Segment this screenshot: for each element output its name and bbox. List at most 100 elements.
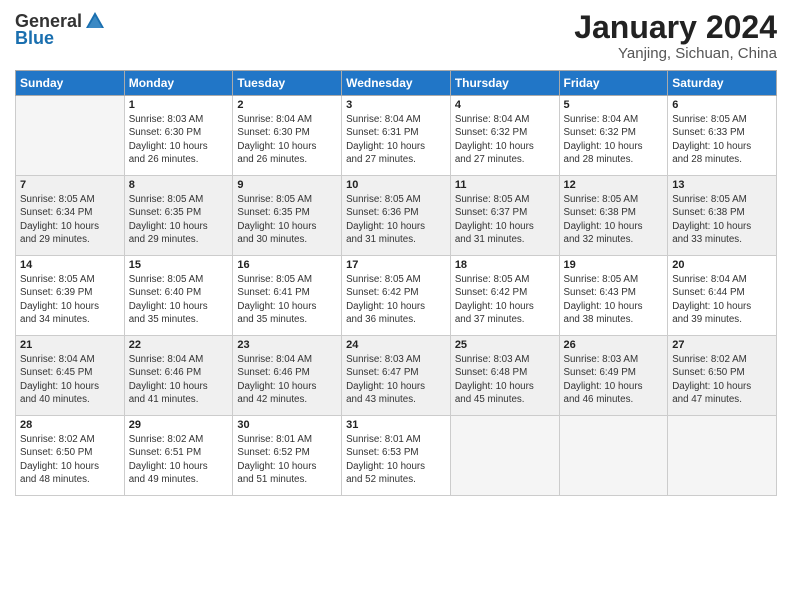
day-info: Sunrise: 8:04 AM Sunset: 6:32 PM Dayligh…: [455, 113, 555, 166]
day-info: Sunrise: 8:05 AM Sunset: 6:38 PM Dayligh…: [672, 193, 772, 246]
day-number: 14: [20, 259, 120, 271]
day-info: Sunrise: 8:05 AM Sunset: 6:38 PM Dayligh…: [564, 193, 664, 246]
day-info: Sunrise: 8:04 AM Sunset: 6:46 PM Dayligh…: [237, 353, 337, 406]
table-row: 1 Sunrise: 8:03 AM Sunset: 6:30 PM Daylig…: [124, 96, 233, 176]
day-number: 3: [346, 99, 446, 111]
day-number: 13: [672, 179, 772, 191]
page: General Blue January 2024 Yanjing, Sichu…: [0, 0, 792, 612]
logo-blue-text: Blue: [15, 28, 54, 49]
day-number: 23: [237, 339, 337, 351]
table-row: 16 Sunrise: 8:05 AM Sunset: 6:41 PM Dayli…: [233, 256, 342, 336]
location: Yanjing, Sichuan, China: [574, 45, 777, 62]
day-number: 30: [237, 419, 337, 431]
table-row: [450, 416, 559, 496]
table-row: 31Sunrise: 8:01 AM Sunset: 6:53 PM Dayli…: [342, 416, 451, 496]
day-info: Sunrise: 8:05 AM Sunset: 6:39 PM Dayligh…: [20, 273, 120, 326]
calendar-week-row: 21 Sunrise: 8:04 AM Sunset: 6:45 PM Dayli…: [16, 336, 777, 416]
day-info: Sunrise: 8:04 AM Sunset: 6:45 PM Dayligh…: [20, 353, 120, 406]
day-number: 16: [237, 259, 337, 271]
col-friday: Friday: [559, 71, 668, 96]
day-number: 10: [346, 179, 446, 191]
day-number: 11: [455, 179, 555, 191]
day-info: Sunrise: 8:03 AM Sunset: 6:30 PM Dayligh…: [129, 113, 229, 166]
calendar-header-row: Sunday Monday Tuesday Wednesday Thursday…: [16, 71, 777, 96]
day-info: Sunrise: 8:05 AM Sunset: 6:33 PM Dayligh…: [672, 113, 772, 166]
day-number: 1: [129, 99, 229, 111]
table-row: 6 Sunrise: 8:05 AM Sunset: 6:33 PM Daylig…: [668, 96, 777, 176]
day-info: Sunrise: 8:05 AM Sunset: 6:40 PM Dayligh…: [129, 273, 229, 326]
table-row: 2 Sunrise: 8:04 AM Sunset: 6:30 PM Daylig…: [233, 96, 342, 176]
day-number: 6: [672, 99, 772, 111]
table-row: 23 Sunrise: 8:04 AM Sunset: 6:46 PM Dayli…: [233, 336, 342, 416]
day-info: Sunrise: 8:03 AM Sunset: 6:48 PM Dayligh…: [455, 353, 555, 406]
day-number: 8: [129, 179, 229, 191]
col-sunday: Sunday: [16, 71, 125, 96]
day-number: 22: [129, 339, 229, 351]
calendar-table: Sunday Monday Tuesday Wednesday Thursday…: [15, 70, 777, 496]
day-number: 7: [20, 179, 120, 191]
table-row: 4 Sunrise: 8:04 AM Sunset: 6:32 PM Daylig…: [450, 96, 559, 176]
day-info: Sunrise: 8:03 AM Sunset: 6:49 PM Dayligh…: [564, 353, 664, 406]
day-info: Sunrise: 8:02 AM Sunset: 6:50 PM Dayligh…: [672, 353, 772, 406]
table-row: 15 Sunrise: 8:05 AM Sunset: 6:40 PM Dayli…: [124, 256, 233, 336]
col-monday: Monday: [124, 71, 233, 96]
table-row: [559, 416, 668, 496]
day-number: 26: [564, 339, 664, 351]
day-number: 17: [346, 259, 446, 271]
day-number: 28: [20, 419, 120, 431]
day-info: Sunrise: 8:02 AM Sunset: 6:50 PM Dayligh…: [20, 433, 120, 486]
day-info: Sunrise: 8:05 AM Sunset: 6:34 PM Dayligh…: [20, 193, 120, 246]
table-row: 12Sunrise: 8:05 AM Sunset: 6:38 PM Dayli…: [559, 176, 668, 256]
table-row: 5 Sunrise: 8:04 AM Sunset: 6:32 PM Daylig…: [559, 96, 668, 176]
title-block: January 2024 Yanjing, Sichuan, China: [574, 10, 777, 62]
table-row: 11Sunrise: 8:05 AM Sunset: 6:37 PM Dayli…: [450, 176, 559, 256]
day-info: Sunrise: 8:05 AM Sunset: 6:36 PM Dayligh…: [346, 193, 446, 246]
day-number: 29: [129, 419, 229, 431]
table-row: 21 Sunrise: 8:04 AM Sunset: 6:45 PM Dayli…: [16, 336, 125, 416]
day-info: Sunrise: 8:01 AM Sunset: 6:53 PM Dayligh…: [346, 433, 446, 486]
col-thursday: Thursday: [450, 71, 559, 96]
col-saturday: Saturday: [668, 71, 777, 96]
day-number: 9: [237, 179, 337, 191]
table-row: 19 Sunrise: 8:05 AM Sunset: 6:43 PM Dayli…: [559, 256, 668, 336]
calendar-week-row: 14 Sunrise: 8:05 AM Sunset: 6:39 PM Dayli…: [16, 256, 777, 336]
day-number: 18: [455, 259, 555, 271]
day-number: 2: [237, 99, 337, 111]
day-info: Sunrise: 8:02 AM Sunset: 6:51 PM Dayligh…: [129, 433, 229, 486]
table-row: 13 Sunrise: 8:05 AM Sunset: 6:38 PM Dayli…: [668, 176, 777, 256]
col-wednesday: Wednesday: [342, 71, 451, 96]
day-info: Sunrise: 8:04 AM Sunset: 6:44 PM Dayligh…: [672, 273, 772, 326]
day-info: Sunrise: 8:05 AM Sunset: 6:35 PM Dayligh…: [129, 193, 229, 246]
col-tuesday: Tuesday: [233, 71, 342, 96]
day-number: 15: [129, 259, 229, 271]
day-info: Sunrise: 8:05 AM Sunset: 6:41 PM Dayligh…: [237, 273, 337, 326]
table-row: [668, 416, 777, 496]
table-row: 25 Sunrise: 8:03 AM Sunset: 6:48 PM Dayli…: [450, 336, 559, 416]
day-number: 20: [672, 259, 772, 271]
day-number: 19: [564, 259, 664, 271]
table-row: 8 Sunrise: 8:05 AM Sunset: 6:35 PM Daylig…: [124, 176, 233, 256]
month-title: January 2024: [574, 10, 777, 45]
day-number: 4: [455, 99, 555, 111]
table-row: 20 Sunrise: 8:04 AM Sunset: 6:44 PM Dayli…: [668, 256, 777, 336]
table-row: 17Sunrise: 8:05 AM Sunset: 6:42 PM Dayli…: [342, 256, 451, 336]
day-info: Sunrise: 8:05 AM Sunset: 6:43 PM Dayligh…: [564, 273, 664, 326]
table-row: 9 Sunrise: 8:05 AM Sunset: 6:35 PM Daylig…: [233, 176, 342, 256]
table-row: 28 Sunrise: 8:02 AM Sunset: 6:50 PM Dayli…: [16, 416, 125, 496]
day-number: 27: [672, 339, 772, 351]
day-info: Sunrise: 8:05 AM Sunset: 6:35 PM Dayligh…: [237, 193, 337, 246]
logo-icon: [84, 10, 106, 32]
table-row: 27 Sunrise: 8:02 AM Sunset: 6:50 PM Dayli…: [668, 336, 777, 416]
day-info: Sunrise: 8:04 AM Sunset: 6:32 PM Dayligh…: [564, 113, 664, 166]
day-number: 5: [564, 99, 664, 111]
day-number: 21: [20, 339, 120, 351]
day-info: Sunrise: 8:04 AM Sunset: 6:46 PM Dayligh…: [129, 353, 229, 406]
day-number: 25: [455, 339, 555, 351]
table-row: 7 Sunrise: 8:05 AM Sunset: 6:34 PM Daylig…: [16, 176, 125, 256]
day-info: Sunrise: 8:04 AM Sunset: 6:30 PM Dayligh…: [237, 113, 337, 166]
day-info: Sunrise: 8:01 AM Sunset: 6:52 PM Dayligh…: [237, 433, 337, 486]
day-number: 24: [346, 339, 446, 351]
day-info: Sunrise: 8:03 AM Sunset: 6:47 PM Dayligh…: [346, 353, 446, 406]
table-row: 3Sunrise: 8:04 AM Sunset: 6:31 PM Daylig…: [342, 96, 451, 176]
calendar-week-row: 7 Sunrise: 8:05 AM Sunset: 6:34 PM Daylig…: [16, 176, 777, 256]
